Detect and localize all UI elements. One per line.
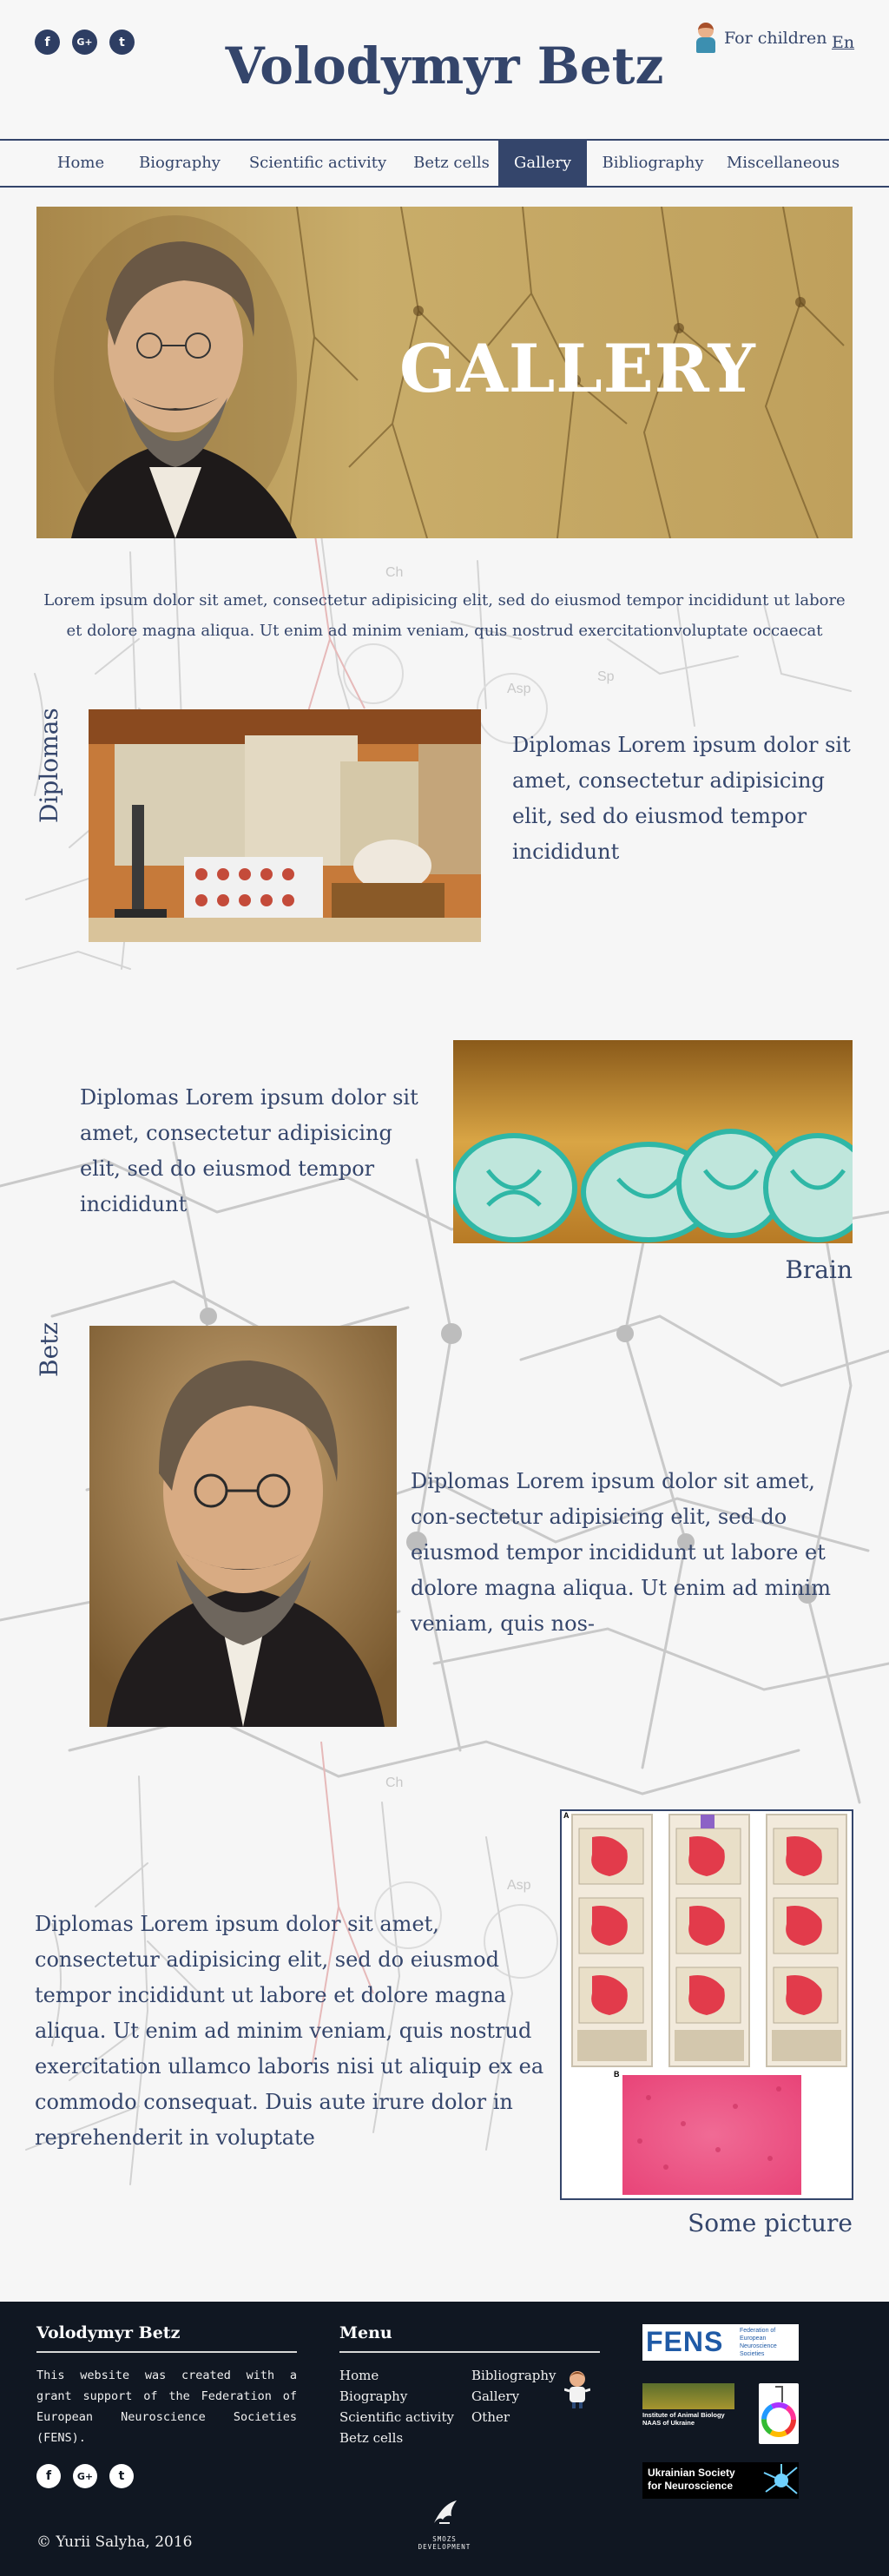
nav-gallery[interactable]: Gallery: [498, 141, 587, 186]
facebook-icon[interactable]: f: [36, 2464, 61, 2488]
footer-link-gallery[interactable]: Gallery: [471, 2388, 519, 2404]
picture-text: Diplomas Lorem ipsum dolor sit amet, con…: [35, 1912, 544, 2150]
some-picture-graphic: [562, 1811, 852, 2198]
institute-building-image: [642, 2383, 734, 2409]
nav-home[interactable]: Home: [42, 141, 120, 186]
ukrainian-society-logo[interactable]: Ukrainian Society for Neuroscience: [642, 2462, 799, 2499]
svg-text:Ch: Ch: [385, 1776, 403, 1790]
section-label-diplomas: Diplomas: [35, 708, 63, 823]
footer-link-scientific-activity[interactable]: Scientific activity: [339, 2409, 454, 2425]
hero-title: GALLERY: [399, 330, 756, 407]
main-nav: Home Biography Scientific activity Betz …: [0, 139, 889, 188]
nav-scientific-activity[interactable]: Scientific activity: [245, 141, 391, 186]
footer-link-other[interactable]: Other: [471, 2409, 510, 2425]
twitter-icon[interactable]: t: [109, 2464, 134, 2488]
brain-caption: Brain: [785, 1255, 853, 1284]
footer-link-home[interactable]: Home: [339, 2368, 379, 2383]
nav-bibliography[interactable]: Bibliography: [599, 141, 707, 186]
footer-menu-divider: [339, 2351, 600, 2353]
footer-link-bibliography[interactable]: Bibliography: [471, 2368, 556, 2383]
for-children-label: For children: [724, 29, 827, 48]
svg-text:Sp: Sp: [597, 669, 615, 684]
svg-text:Asp: Asp: [507, 682, 531, 696]
institute-logo[interactable]: Institute of Animal Biology NAAS of Ukra…: [642, 2383, 734, 2428]
some-picture-caption: Some picture: [688, 2209, 853, 2237]
child-icon: [693, 23, 719, 54]
fens-logo[interactable]: FENS Federation of European Neuroscience…: [642, 2324, 799, 2361]
betz-text: Diplomas Lorem ipsum dolor sit amet, con…: [411, 1469, 831, 1636]
nav-biography[interactable]: Biography: [132, 141, 227, 186]
developer-logo[interactable]: SMOZS DEVELOPMENT: [405, 2497, 484, 2558]
footer-menu-col-1: Home Biography Scientific activity Betz …: [339, 2365, 454, 2448]
developer-label: SMOZS DEVELOPMENT: [418, 2535, 471, 2551]
nav-betz-cells[interactable]: Betz cells: [408, 141, 495, 186]
diplomas-text: Diplomas Lorem ipsum dolor sit amet, con…: [512, 733, 851, 864]
bird-logo-icon: [434, 2500, 457, 2524]
google-plus-icon[interactable]: G+: [73, 2464, 97, 2488]
diplomas-photo[interactable]: [89, 709, 481, 942]
footer-divider: [36, 2351, 297, 2353]
section-label-betz: Betz: [35, 1321, 63, 1377]
panel-label-b: B: [614, 2070, 620, 2079]
gallery-hero-banner: GALLERY: [36, 207, 853, 538]
footer-about-text: This website was created with a grant su…: [36, 2368, 297, 2445]
site-header: f G+ t Volodymyr Betz For children En: [0, 0, 889, 139]
footer-menu-col-2: Bibliography Gallery Other: [471, 2365, 556, 2428]
footer-social-links: f G+ t: [36, 2464, 134, 2488]
intro-text: Lorem ipsum dolor sit amet, consectetur …: [43, 591, 846, 640]
diplomas-photo-graphic: [89, 709, 481, 942]
nav-miscellaneous[interactable]: Miscellaneous: [722, 141, 844, 186]
panel-label-a: A: [563, 1811, 570, 1820]
scientist-mascot-icon: [563, 2370, 591, 2408]
brain-text: Diplomas Lorem ipsum dolor sit amet, con…: [80, 1085, 418, 1216]
copyright: © Yurii Salyha, 2016: [36, 2533, 193, 2551]
footer-about-title: Volodymyr Betz: [36, 2323, 181, 2342]
brain-photo-graphic: [453, 1040, 853, 1243]
language-switch[interactable]: En: [832, 33, 854, 52]
for-children-link[interactable]: For children: [693, 23, 826, 54]
some-picture-figure[interactable]: A B: [560, 1809, 853, 2200]
svg-text:Ch: Ch: [385, 565, 403, 580]
svg-text:Asp: Asp: [507, 1878, 531, 1893]
color-wheel-logo[interactable]: [759, 2383, 799, 2444]
betz-portrait-graphic: [89, 1326, 397, 1727]
footer-link-betz-cells[interactable]: Betz cells: [339, 2430, 403, 2446]
betz-portrait-photo[interactable]: [89, 1326, 397, 1727]
footer-link-biography[interactable]: Biography: [339, 2388, 407, 2404]
footer-menu-title: Menu: [339, 2323, 392, 2342]
betz-portrait-hero: [54, 215, 297, 538]
brain-photo[interactable]: [453, 1040, 853, 1243]
